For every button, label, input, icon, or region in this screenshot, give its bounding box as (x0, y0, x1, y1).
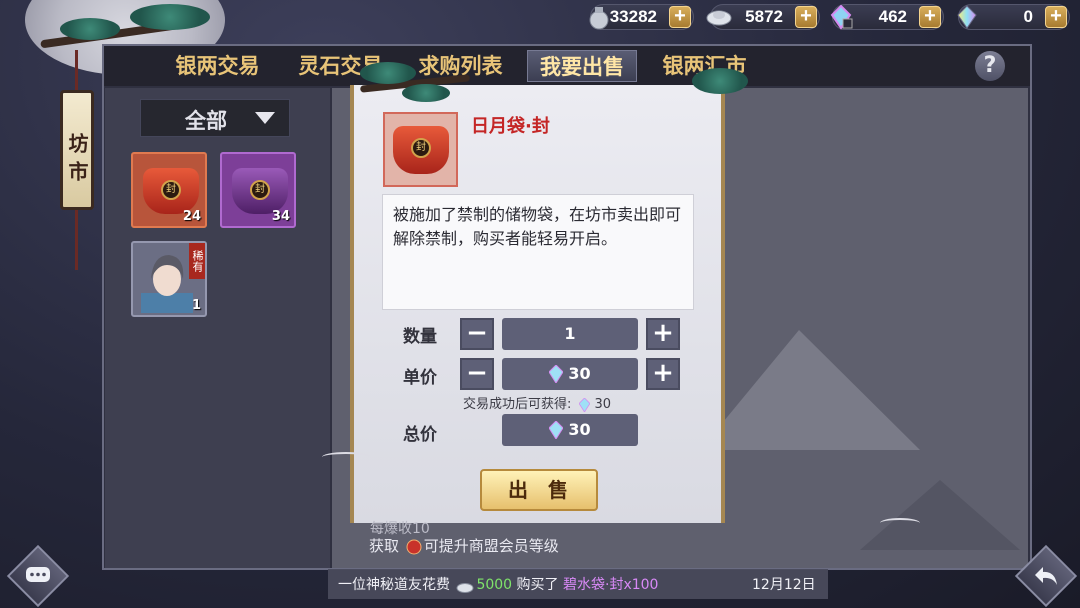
unit-price-label: 单价 (403, 368, 437, 388)
add-ingot-button[interactable]: + (795, 6, 817, 28)
trade-ticker: 一位神秘道友花费 5000 购买了 碧水袋·封x100 (338, 577, 659, 593)
price-decrease-button[interactable]: − (460, 358, 494, 390)
total-price-label: 总价 (403, 425, 437, 445)
pine-needles-decoration (130, 4, 210, 30)
cloud-swirl-decoration (880, 518, 920, 528)
inventory-slot[interactable]: 封 34 (220, 152, 296, 228)
item-count: 1 (191, 298, 201, 313)
pine-needles-decoration (60, 18, 120, 40)
back-arrow-icon (1026, 556, 1066, 596)
silver-money-bag-icon (585, 3, 613, 31)
currency-spirit-stone: 0 + (957, 4, 1070, 30)
total-price-value: 30 (568, 420, 591, 439)
currency-ingot: 5872 + (706, 4, 820, 30)
ticker-date: 12月12日 (752, 577, 816, 593)
tab-silver-trade[interactable]: 银两交易 (165, 50, 270, 82)
add-silver-button[interactable]: + (669, 6, 691, 28)
total-price-field: 30 (502, 414, 638, 446)
pine-needles-decoration (402, 84, 450, 102)
currency-silver: 33282 + (589, 4, 694, 30)
price-increase-button[interactable]: + (646, 358, 680, 390)
spirit-stone-icon (549, 365, 564, 383)
membership-hint: 获取 可提升商盟会员等级 (369, 537, 559, 555)
sealed-bag-icon: 封 (393, 126, 449, 174)
item-description: 被施加了禁制的储物袋，在坊市卖出即可解除禁制，购买者能轻易开启。 (382, 194, 694, 310)
currency-bound-stone: 462 + (830, 4, 944, 30)
quantity-decrease-button[interactable]: − (460, 318, 494, 350)
spirit-stone-icon (549, 421, 564, 439)
inventory-slot[interactable]: 稀有 1 (131, 241, 207, 317)
sealed-bag-icon: 封 (232, 168, 288, 214)
quantity-label: 数量 (403, 327, 437, 347)
category-dropdown-value: 全部 (185, 109, 227, 133)
market-lantern-banner: 坊市 (60, 90, 94, 210)
spirit-stone-icon (578, 398, 590, 412)
rarity-tag: 稀有 (189, 243, 205, 279)
inventory-slot[interactable]: 封 24 (131, 152, 207, 228)
spirit-stone-icon (953, 3, 981, 31)
character-portrait-icon (141, 255, 193, 313)
unit-price-field[interactable]: 30 (502, 358, 638, 390)
red-token-icon (406, 539, 422, 555)
pine-needles-decoration (692, 68, 748, 94)
add-bound-stone-button[interactable]: + (919, 6, 941, 28)
sell-button[interactable]: 出售 (480, 469, 598, 511)
add-spirit-stone-button[interactable]: + (1045, 6, 1067, 28)
quantity-increase-button[interactable]: + (646, 318, 680, 350)
gain-info: 交易成功后可获得: 30 (463, 397, 612, 412)
item-count: 24 (182, 209, 201, 224)
chat-button[interactable] (6, 544, 70, 608)
item-name: 日月袋·封 (471, 116, 550, 137)
category-dropdown[interactable]: 全部 (140, 99, 290, 137)
chat-bubble-icon (18, 556, 58, 596)
pine-needles-decoration (360, 62, 416, 84)
silver-ingot-icon (705, 3, 733, 31)
help-button[interactable]: ? (975, 51, 1005, 81)
tab-sell[interactable]: 我要出售 (527, 50, 637, 82)
item-count: 34 (271, 209, 290, 224)
bound-spirit-stone-icon (827, 3, 855, 31)
chevron-down-icon (255, 112, 275, 124)
silver-ingot-icon (456, 583, 474, 593)
cloud-swirl-decoration (322, 452, 370, 462)
selected-item-icon: 封 (383, 112, 458, 187)
quantity-value[interactable]: 1 (502, 318, 638, 350)
unit-price-value: 30 (568, 364, 591, 383)
sealed-bag-icon: 封 (143, 168, 199, 214)
